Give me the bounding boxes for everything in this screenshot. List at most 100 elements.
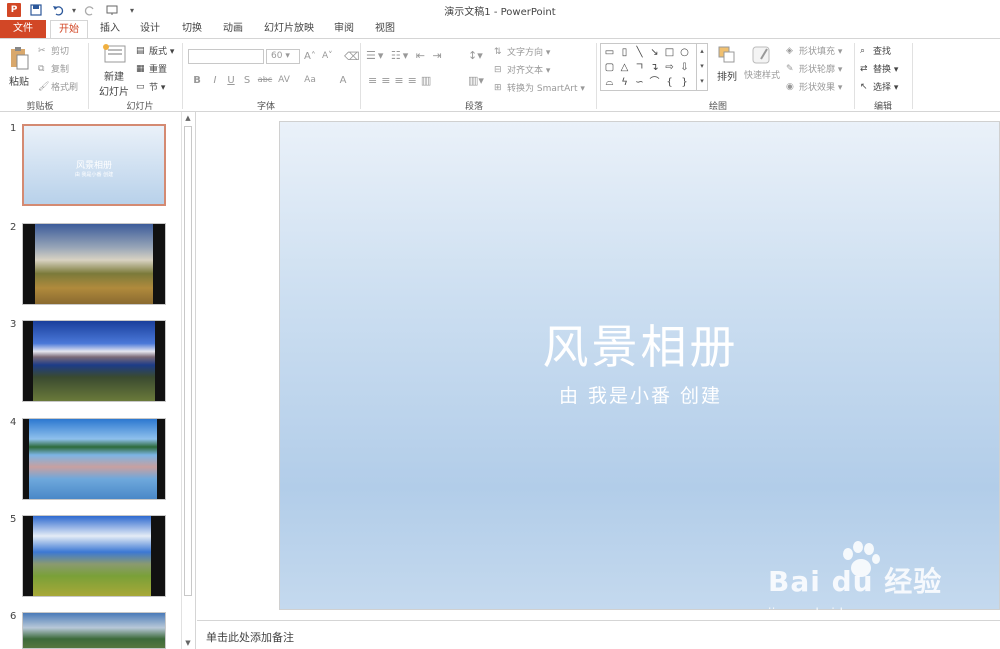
line-spacing-button[interactable]: ↕▾ [468, 49, 483, 62]
section-icon: ▭ [136, 82, 145, 92]
copy-button[interactable]: ⧉ 复制 [38, 62, 69, 75]
format-painter-button[interactable]: 🖌 格式刷 [38, 80, 78, 93]
arrow-line-shape-icon[interactable]: ↘ [648, 46, 661, 59]
align-text-button[interactable]: ⊟ 对齐文本 ▾ [494, 63, 550, 76]
char-spacing-button[interactable]: AV [276, 75, 292, 85]
tab-view[interactable]: 视图 [373, 20, 397, 38]
group-divider [182, 43, 183, 109]
font-name-combo[interactable] [188, 49, 264, 64]
find-button[interactable]: ⌕ 查找 [860, 44, 891, 57]
rectangle-shape-icon[interactable]: □ [663, 46, 676, 59]
slide-thumbnail-5[interactable] [22, 515, 166, 597]
tab-review[interactable]: 审阅 [332, 20, 356, 38]
section-label: 节 [149, 83, 159, 93]
layout-button[interactable]: ▤ 版式 ▾ [136, 44, 174, 57]
tab-slideshow[interactable]: 幻灯片放映 [262, 20, 316, 38]
shapes-gallery[interactable]: ▭ ▯ ╲ ↘ □ ○ ▢ △ ㄱ ↴ ⇨ ⇩ ⌓ ϟ ∽ ⌒ { } ▴ ▾ ▾ [600, 43, 708, 91]
elbow-connector-shape-icon[interactable]: ㄱ [633, 61, 646, 74]
tab-insert[interactable]: 插入 [98, 20, 122, 38]
slide-thumbnail-6[interactable] [22, 612, 166, 649]
down-arrow-shape-icon[interactable]: ⇩ [678, 61, 691, 74]
cut-button[interactable]: ✂ 剪切 [38, 44, 69, 57]
elbow-arrow-shape-icon[interactable]: ↴ [648, 61, 661, 74]
change-case-button[interactable]: Aa [302, 75, 318, 85]
grow-font-icon[interactable]: A˄ [304, 51, 316, 62]
tab-file[interactable]: 文件 [0, 20, 46, 38]
right-arrow-shape-icon[interactable]: ⇨ [663, 61, 676, 74]
replace-button[interactable]: ⇄ 替换 ▾ [860, 62, 898, 75]
cursor-icon: ↖ [860, 82, 868, 92]
tab-design[interactable]: 设计 [138, 20, 162, 38]
layout-icon: ▤ [136, 46, 145, 56]
grassland-blue-sky-image [33, 516, 151, 596]
tab-transitions[interactable]: 切换 [180, 20, 204, 38]
arc-shape-icon[interactable]: ⌒ [648, 76, 661, 89]
alignment-buttons[interactable]: ≡≡≡≡▥ [368, 74, 435, 87]
lightning-shape-icon[interactable]: ϟ [618, 76, 631, 89]
select-button[interactable]: ↖ 选择 ▾ [860, 80, 898, 93]
freeform-shape-icon[interactable]: ⌓ [603, 76, 616, 89]
convert-smartart-button[interactable]: ⊞ 转换为 SmartArt ▾ [494, 81, 585, 94]
font-group-label: 字体 [256, 102, 275, 112]
layout-label: 版式 [149, 47, 168, 57]
font-color-button[interactable]: A [336, 75, 350, 86]
rounded-rect-shape-icon[interactable]: ▢ [603, 61, 616, 74]
scroll-down-icon[interactable]: ▼ [182, 637, 194, 649]
shape-outline-button[interactable]: ✎ 形状轮廓 ▾ [786, 62, 842, 75]
oval-shape-icon[interactable]: ○ [678, 46, 691, 59]
slide-number: 4 [10, 417, 17, 428]
slide-title[interactable]: 风景相册 [280, 311, 1000, 377]
font-size-combo[interactable]: 60 ▾ [266, 49, 300, 64]
arrange-button[interactable]: 排列 [714, 45, 740, 83]
tab-home[interactable]: 开始 [50, 20, 88, 39]
shape-fill-button[interactable]: ◈ 形状填充 ▾ [786, 44, 842, 57]
reset-button[interactable]: ▦ 重置 [136, 62, 167, 75]
bold-button[interactable]: B [190, 75, 204, 86]
triangle-shape-icon[interactable]: △ [618, 61, 631, 74]
underline-button[interactable]: U [224, 75, 238, 86]
reset-label: 重置 [149, 65, 168, 75]
italic-button[interactable]: I [208, 75, 222, 86]
left-brace-shape-icon[interactable]: { [663, 76, 676, 89]
columns-button[interactable]: ▥▾ [468, 74, 484, 87]
shape-outline-label: 形状轮廓 [799, 65, 836, 75]
tab-animations[interactable]: 动画 [221, 20, 245, 38]
curve-shape-icon[interactable]: ∽ [633, 76, 646, 89]
bullets-button[interactable]: ☰▾ ☷▾ ⇤ ⇥ [366, 49, 444, 62]
slide-thumbnail-1[interactable]: 风景相册 由 我是小番 创建 [22, 124, 166, 206]
replace-label: 替换 [873, 65, 892, 75]
editing-group-label: 编辑 [873, 102, 892, 112]
line-shape-icon[interactable]: ╲ [633, 46, 646, 59]
new-slide-label-1: 新建 [104, 72, 124, 83]
slide-thumbnail-3[interactable] [22, 320, 166, 402]
vertical-textbox-shape-icon[interactable]: ▯ [618, 46, 631, 59]
new-slide-button[interactable]: 新建 幻灯片 [96, 43, 132, 98]
slide-thumbnail-4[interactable] [22, 418, 166, 500]
new-slide-label-2: 幻灯片 [99, 87, 129, 98]
shape-fill-label: 形状填充 [799, 47, 836, 57]
convert-smartart-label: 转换为 SmartArt [507, 84, 578, 94]
current-slide[interactable]: 风景相册 由 我是小番 创建 [279, 121, 1000, 610]
slide-subtitle[interactable]: 由 我是小番 创建 [280, 381, 1000, 408]
scroll-up-icon[interactable]: ▲ [182, 112, 194, 124]
select-label: 选择 [873, 83, 892, 93]
strikethrough-button[interactable]: abc [257, 75, 273, 84]
shapes-scroll-icon[interactable]: ▴ ▾ ▾ [696, 44, 707, 90]
quick-styles-button[interactable]: 快速样式 [744, 45, 780, 81]
shape-effects-button[interactable]: ◉ 形状效果 ▾ [786, 80, 842, 93]
section-button[interactable]: ▭ 节 ▾ [136, 80, 165, 93]
right-brace-shape-icon[interactable]: } [678, 76, 691, 89]
thumbnails-scrollbar[interactable]: ▲ ▼ [181, 112, 193, 649]
shadow-button[interactable]: S [240, 75, 254, 86]
clear-formatting-icon[interactable]: ⌫ [344, 50, 360, 63]
textbox-shape-icon[interactable]: ▭ [603, 46, 616, 59]
scrollbar-thumb[interactable] [184, 126, 192, 596]
shrink-font-icon[interactable]: A˅ [322, 51, 333, 61]
text-direction-label: 文字方向 [507, 48, 544, 58]
text-direction-button[interactable]: ⇅ 文字方向 ▾ [494, 45, 550, 58]
slide-thumbnail-2[interactable] [22, 223, 166, 305]
paste-button[interactable]: 粘贴 [8, 45, 30, 88]
thumb-subtitle: 由 我是小番 创建 [74, 172, 114, 178]
notes-placeholder[interactable]: 单击此处添加备注 [206, 629, 294, 645]
slide-number: 2 [10, 222, 17, 233]
